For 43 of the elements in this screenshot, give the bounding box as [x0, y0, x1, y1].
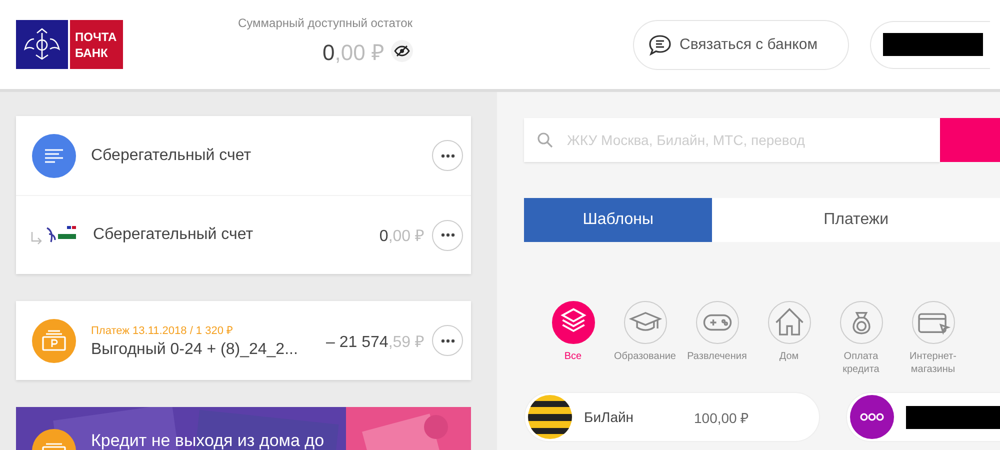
sub-arrow-icon — [30, 232, 42, 246]
ellipsis-icon — [440, 154, 454, 158]
contact-bank-button[interactable]: Связаться с банком — [632, 20, 848, 70]
more-dots-icon — [850, 395, 894, 439]
account-icon — [32, 134, 76, 178]
hide-eye-icon[interactable] — [390, 40, 412, 62]
search-icon — [537, 132, 553, 148]
template-name: БиЛайн — [584, 409, 635, 425]
more-button[interactable] — [432, 140, 463, 171]
account-name: Сберегательный счет — [91, 146, 252, 164]
balance-label: Суммарный доступный остаток — [238, 16, 412, 30]
logo-text: ПОЧТА БАНК — [70, 20, 123, 69]
eagle-emblem — [16, 20, 68, 69]
category-label: Образование — [613, 350, 677, 363]
layers-icon[interactable] — [552, 301, 594, 344]
gamepad-icon[interactable] — [696, 301, 738, 344]
category-label: Оплата кредита — [842, 350, 880, 376]
category-label: Дом — [778, 350, 800, 363]
account-name: Сберегательный счет — [93, 226, 254, 244]
category-label: Все — [563, 350, 583, 363]
template-card[interactable]: БиЛайн 100,00 ₽ — [524, 392, 820, 442]
payment-icon — [32, 318, 76, 362]
chat-icon — [648, 34, 672, 56]
balance-amount: 0,00 ₽ — [322, 38, 384, 66]
wallet-cursor-icon[interactable] — [912, 301, 954, 344]
money-bag-icon[interactable] — [840, 301, 882, 344]
template-amount: 100,00 ₽ — [694, 408, 749, 426]
ellipsis-icon — [440, 233, 454, 237]
payment-amount: – 21 574,59 ₽ — [326, 332, 424, 352]
house-icon[interactable] — [768, 301, 810, 344]
graduation-cap-icon[interactable] — [624, 301, 666, 344]
ellipsis-icon — [440, 338, 454, 342]
user-button[interactable] — [870, 20, 990, 68]
category-label: Интернет-магазины — [908, 350, 958, 376]
more-button[interactable] — [432, 325, 463, 356]
promo-text: Кредит не выходя из дома до — [91, 431, 324, 450]
tab[interactable]: Платежи — [712, 198, 1000, 242]
tab[interactable]: Шаблоны — [524, 198, 712, 242]
payment-caption: Платеж 13.11.2018 / 1 320 ₽ — [91, 324, 234, 337]
account-balance: 0,00 ₽ — [379, 227, 424, 246]
category-label: Развлечения — [686, 350, 748, 363]
more-button[interactable] — [432, 220, 463, 250]
payment-name: Выгодный 0-24 + (8)_24_2... — [91, 341, 299, 359]
